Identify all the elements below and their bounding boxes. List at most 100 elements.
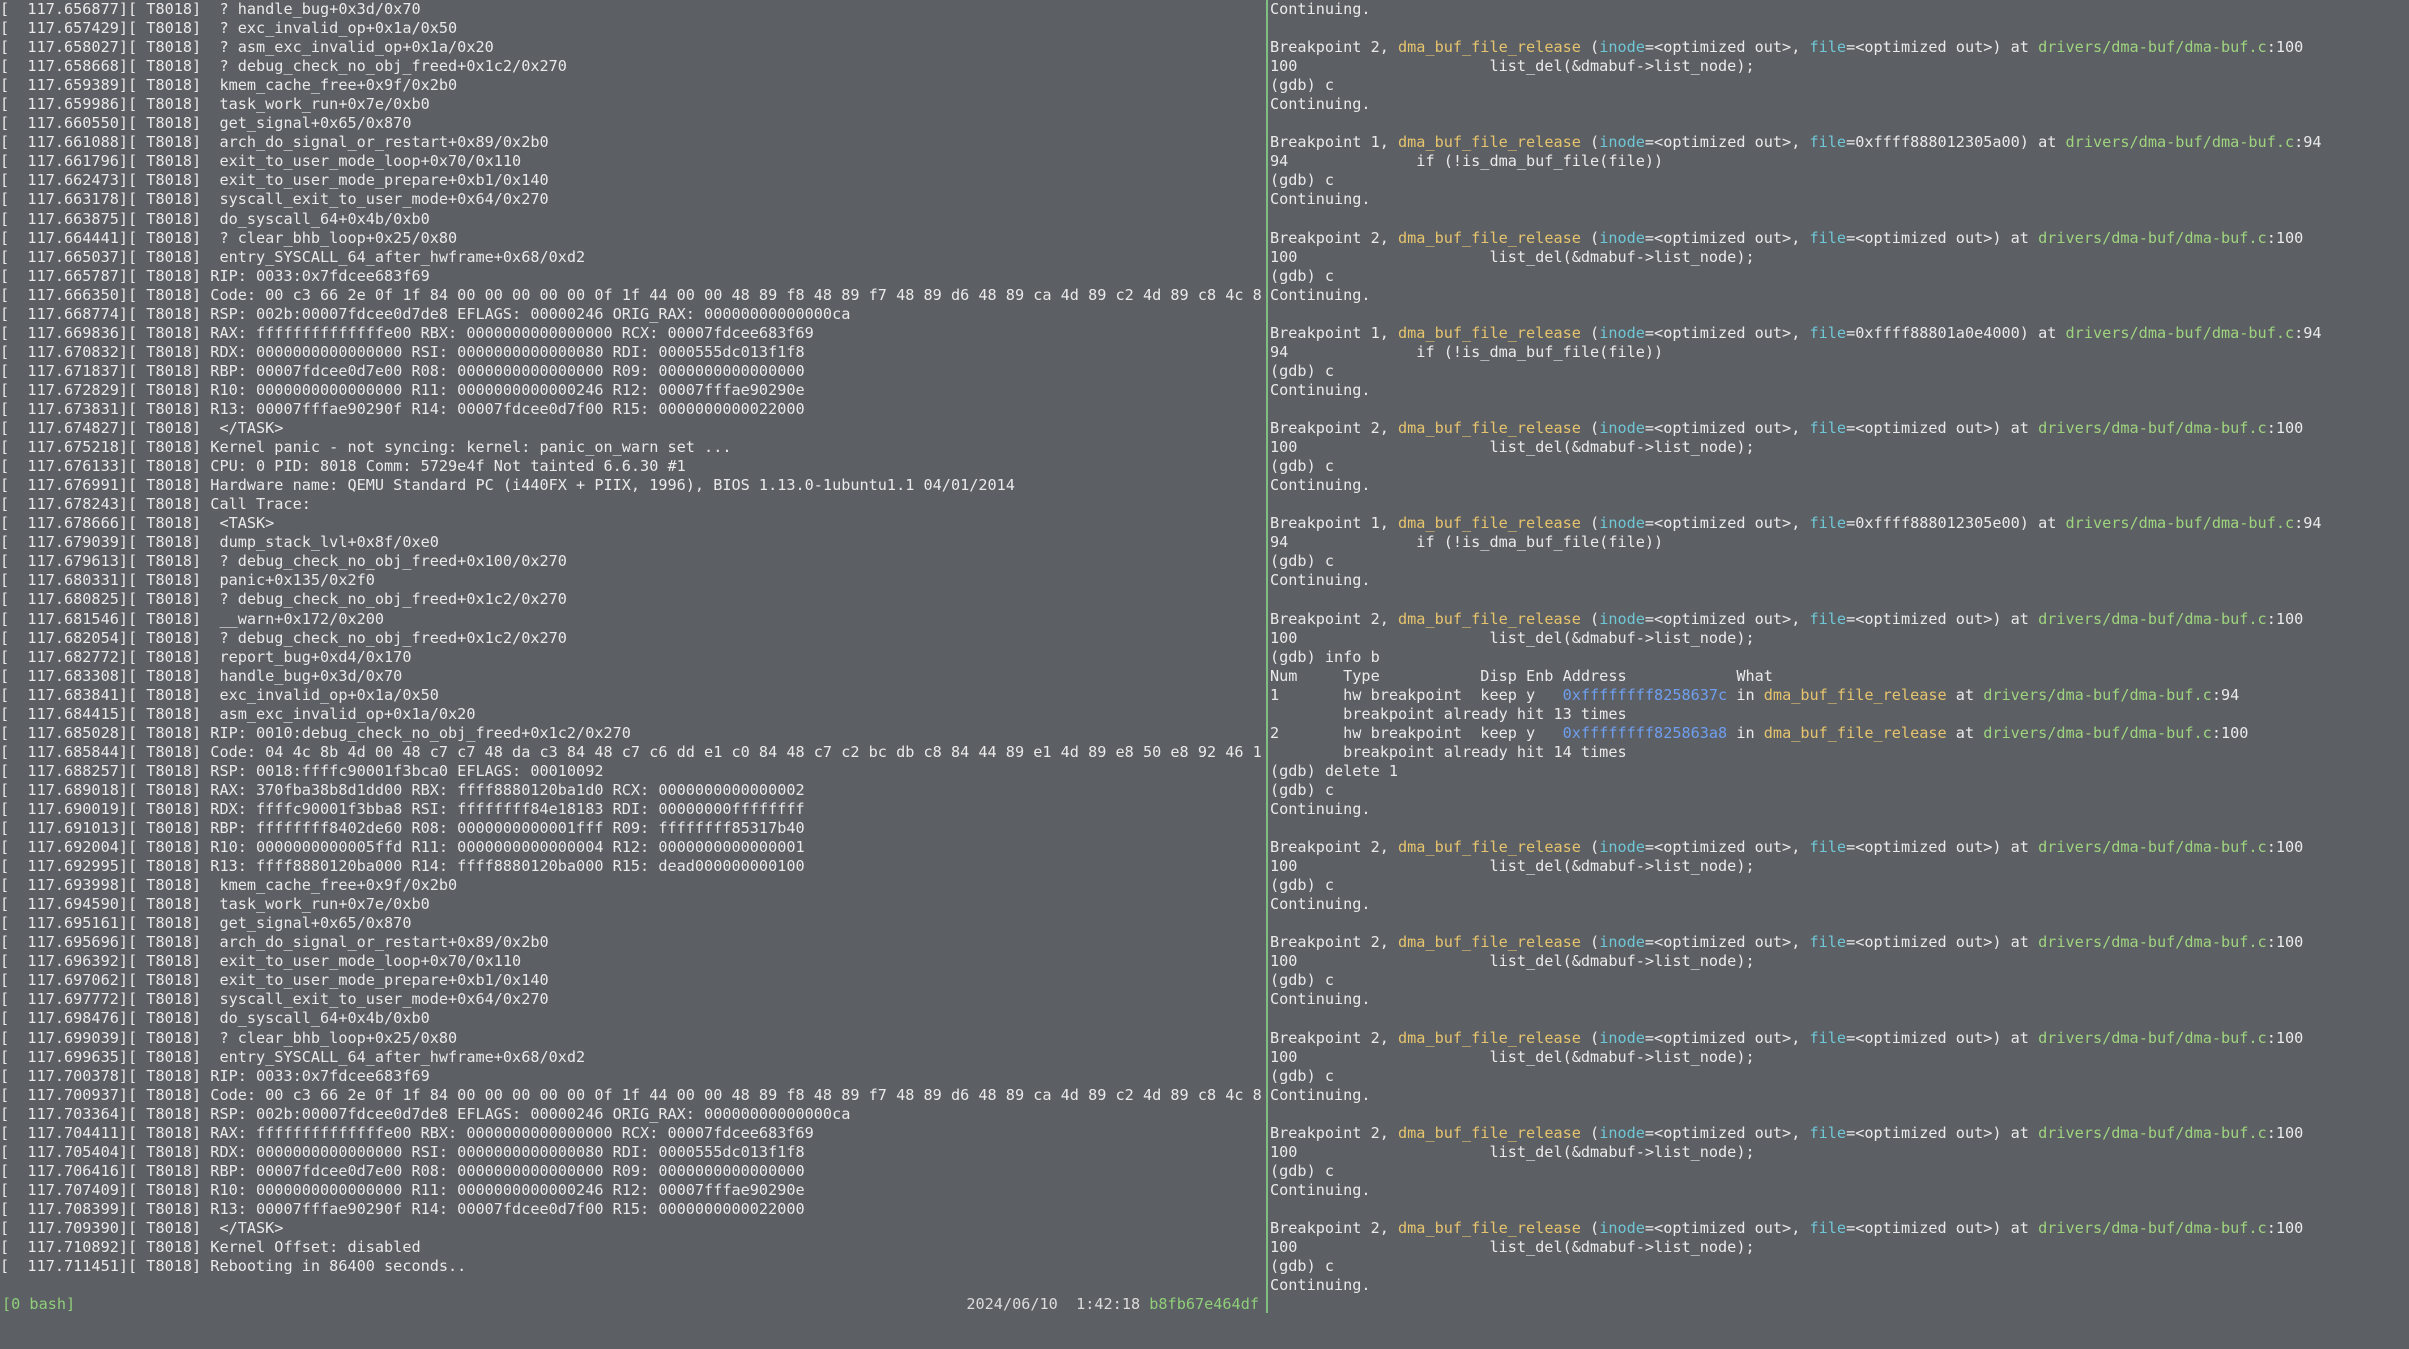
- gdb-text-segment: 94 if (!is_dma_buf_file(file)): [1270, 152, 1664, 171]
- gdb-text-segment: =<optimized out>) at: [1846, 1028, 2039, 1047]
- gdb-text-segment: Breakpoint 2,: [1270, 933, 1399, 952]
- gdb-text-segment: (gdb) c: [1270, 1257, 1335, 1276]
- gdb-line: Continuing.: [1270, 476, 2409, 495]
- kernel-log-line: [ 117.676133][ T8018] CPU: 0 PID: 8018 C…: [0, 457, 686, 476]
- gdb-text-segment: 0xffffffff8258637c: [1562, 685, 1728, 704]
- gdb-text-segment: =<optimized out>) at: [1846, 1123, 2039, 1142]
- gdb-text-segment: (: [1580, 228, 1600, 247]
- status-datetime: 2024/06/10 1:42:18: [966, 1295, 1141, 1313]
- kernel-log-line: [ 117.678243][ T8018] Call Trace:: [0, 495, 311, 514]
- kernel-log-line: [ 117.692995][ T8018] R13: ffff8880120ba…: [0, 857, 805, 876]
- gdb-text-segment: dma_buf_file_release: [1398, 933, 1581, 952]
- gdb-text-segment: breakpoint already hit 13 times: [1270, 704, 1627, 723]
- gdb-text-segment: :100: [2266, 1028, 2304, 1047]
- kernel-log-line: [ 117.707409][ T8018] R10: 0000000000000…: [0, 1180, 805, 1199]
- gdb-line: (gdb) c: [1270, 76, 2409, 95]
- gdb-pane[interactable]: Continuing. Breakpoint 2, dma_buf_file_re…: [1270, 0, 2409, 1295]
- gdb-text-segment: 100 list_del(&dmabuf->list_node);: [1270, 1238, 1755, 1257]
- kernel-log-line: [ 117.673831][ T8018] R13: 00007fffae902…: [0, 399, 805, 418]
- gdb-text-segment: Breakpoint 2,: [1270, 38, 1399, 57]
- kernel-log-line: [ 117.700937][ T8018] Code: 00 c3 66 2e …: [0, 1085, 1263, 1104]
- gdb-text-segment: inode: [1599, 228, 1645, 247]
- gdb-text-segment: (: [1580, 323, 1600, 342]
- gdb-line: (gdb) c: [1270, 781, 2409, 800]
- gdb-text-segment: =<optimized out>) at: [1846, 609, 2039, 628]
- gdb-text-segment: :100: [2266, 419, 2304, 438]
- gdb-text-segment: Breakpoint 2,: [1270, 609, 1399, 628]
- gdb-text-segment: file: [1809, 933, 1847, 952]
- gdb-text-segment: :100: [2266, 1219, 2304, 1237]
- gdb-line: Breakpoint 1, dma_buf_file_release (inod…: [1270, 514, 2409, 533]
- gdb-text-segment: file: [1809, 323, 1847, 342]
- gdb-text-segment: drivers/dma-buf/dma-buf.c: [1983, 723, 2212, 742]
- gdb-text-segment: 100 list_del(&dmabuf->list_node);: [1270, 857, 1755, 876]
- gdb-text-segment: 0xffffffff825863a8: [1562, 723, 1728, 742]
- gdb-line: [1270, 819, 2409, 838]
- gdb-text-segment: =<optimized out>,: [1644, 514, 1810, 533]
- gdb-line: Continuing.: [1270, 1086, 2409, 1105]
- gdb-text-segment: =<optimized out>,: [1644, 1123, 1810, 1142]
- kernel-log-line: [ 117.708399][ T8018] R13: 00007fffae902…: [0, 1199, 805, 1218]
- session-window-label[interactable]: [0 bash]: [2, 1295, 75, 1313]
- kernel-log-line: [ 117.683841][ T8018] exc_invalid_op+0x1…: [0, 685, 439, 704]
- gdb-line: Breakpoint 2, dma_buf_file_release (inod…: [1270, 838, 2409, 857]
- kernel-log-line: [ 117.710892][ T8018] Kernel Offset: dis…: [0, 1238, 421, 1257]
- kernel-log-line: [ 117.671837][ T8018] RBP: 00007fdcee0d7…: [0, 361, 805, 380]
- kernel-log-line: [ 117.661088][ T8018] arch_do_signal_or_…: [0, 133, 549, 152]
- gdb-text-segment: 1 hw breakpoint keep y: [1270, 685, 1563, 704]
- kernel-log-line: [ 117.682772][ T8018] report_bug+0xd4/0x…: [0, 647, 412, 666]
- gdb-line: [1270, 1105, 2409, 1124]
- gdb-line: Breakpoint 2, dma_buf_file_release (inod…: [1270, 229, 2409, 248]
- gdb-line: breakpoint already hit 13 times: [1270, 705, 2409, 724]
- gdb-line: 100 list_del(&dmabuf->list_node);: [1270, 952, 2409, 971]
- kernel-log-line: [ 117.678666][ T8018] <TASK>: [0, 514, 275, 533]
- gdb-text-segment: (: [1580, 514, 1600, 533]
- gdb-text-segment: :100: [2211, 723, 2249, 742]
- gdb-text-segment: Num Type Disp Enb Address What: [1270, 666, 1773, 685]
- gdb-text-segment: Continuing.: [1270, 190, 1371, 209]
- gdb-line: Breakpoint 1, dma_buf_file_release (inod…: [1270, 324, 2409, 343]
- kernel-log-line: [ 117.656877][ T8018] ? handle_bug+0x3d/…: [0, 0, 421, 18]
- kernel-log-line: [ 117.689018][ T8018] RAX: 370fba38b8d1d…: [0, 780, 805, 799]
- gdb-text-segment: dma_buf_file_release: [1398, 1219, 1581, 1237]
- kernel-log-line: [ 117.690019][ T8018] RDX: ffffc90001f3b…: [0, 799, 805, 818]
- gdb-text-segment: file: [1809, 1028, 1847, 1047]
- gdb-line: 100 list_del(&dmabuf->list_node);: [1270, 438, 2409, 457]
- gdb-text-segment: (: [1580, 933, 1600, 952]
- gdb-text-segment: (gdb) c: [1270, 457, 1335, 476]
- kernel-log-pane[interactable]: [ 117.656877][ T8018] ? handle_bug+0x3d/…: [0, 0, 1263, 1295]
- kernel-log-line: [ 117.660550][ T8018] get_signal+0x65/0x…: [0, 114, 412, 133]
- gdb-text-segment: file: [1809, 1123, 1847, 1142]
- gdb-line: Continuing.: [1270, 95, 2409, 114]
- gdb-text-segment: 94 if (!is_dma_buf_file(file)): [1270, 533, 1664, 552]
- pane-divider[interactable]: [1266, 0, 1268, 1313]
- gdb-line: [1270, 914, 2409, 933]
- gdb-text-segment: file: [1809, 514, 1847, 533]
- gdb-text-segment: drivers/dma-buf/dma-buf.c: [2065, 323, 2295, 342]
- gdb-text-segment: =<optimized out>,: [1644, 838, 1810, 857]
- gdb-text-segment: Breakpoint 2,: [1270, 1123, 1399, 1142]
- gdb-line: 94 if (!is_dma_buf_file(file)): [1270, 343, 2409, 362]
- kernel-log-line: [ 117.658027][ T8018] ? asm_exc_invalid_…: [0, 38, 494, 57]
- gdb-text-segment: inode: [1599, 1028, 1645, 1047]
- kernel-log-line: [ 117.668774][ T8018] RSP: 002b:00007fdc…: [0, 304, 851, 323]
- gdb-text-segment: (: [1580, 419, 1600, 438]
- gdb-text-segment: (gdb) c: [1270, 876, 1335, 895]
- gdb-text-segment: drivers/dma-buf/dma-buf.c: [2038, 38, 2267, 57]
- gdb-line: (gdb) info b: [1270, 648, 2409, 667]
- gdb-text-segment: (: [1580, 838, 1600, 857]
- gdb-text-segment: drivers/dma-buf/dma-buf.c: [2038, 1219, 2267, 1237]
- gdb-text-segment: (gdb) c: [1270, 1066, 1335, 1085]
- kernel-log-line: [ 117.685844][ T8018] Code: 04 4c 8b 4d …: [0, 742, 1263, 761]
- gdb-text-segment: =0xffff888012305e00) at: [1846, 514, 2066, 533]
- kernel-log-line: [ 117.685028][ T8018] RIP: 0010:debug_ch…: [0, 723, 631, 742]
- gdb-text-segment: =<optimized out>,: [1644, 419, 1810, 438]
- gdb-text-segment: Continuing.: [1270, 0, 1371, 18]
- kernel-log-line: [ 117.709390][ T8018] </TASK>: [0, 1219, 284, 1237]
- kernel-log-line: [ 117.663178][ T8018] syscall_exit_to_us…: [0, 190, 549, 209]
- kernel-log-line: [ 117.672829][ T8018] R10: 0000000000000…: [0, 380, 805, 399]
- gdb-text-segment: inode: [1599, 933, 1645, 952]
- gdb-text-segment: Continuing.: [1270, 571, 1371, 590]
- gdb-text-segment: Continuing.: [1270, 95, 1371, 114]
- gdb-line: [1270, 400, 2409, 419]
